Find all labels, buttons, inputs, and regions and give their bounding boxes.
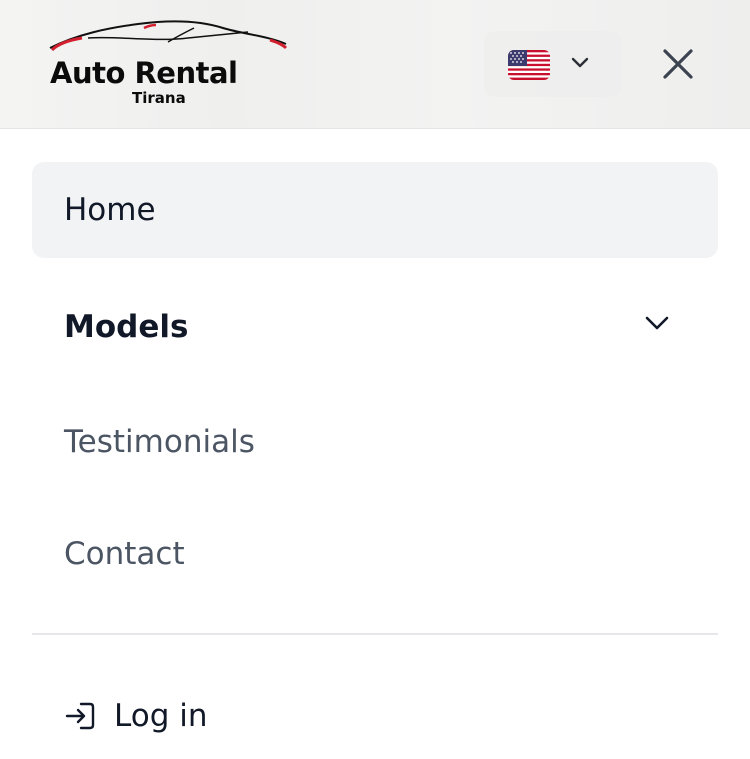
logo-title: Auto Rental [50,56,238,90]
menu-item-models[interactable]: Models [32,279,718,375]
us-flag-icon [508,50,550,80]
login-icon [65,702,95,730]
menu-item-label: Contact [64,536,185,572]
language-selector[interactable] [484,31,622,97]
close-button[interactable] [658,44,698,84]
car-silhouette-icon [49,20,288,52]
divider [32,633,718,635]
login-label: Log in [114,698,208,734]
menu-item-home[interactable]: Home [32,162,718,258]
menu-item-contact[interactable]: Contact [32,506,718,602]
header: Auto Rental Tirana [0,0,750,129]
menu-item-testimonials[interactable]: Testimonials [32,394,718,490]
logo-subtitle: Tirana [132,89,186,107]
menu-item-label: Testimonials [64,424,255,460]
logo[interactable]: Auto Rental Tirana [48,18,290,110]
chevron-down-icon[interactable] [644,315,670,331]
chevron-down-icon [571,57,589,68]
login-link[interactable]: Log in [64,690,207,742]
menu-item-label: Models [64,309,189,345]
menu-item-label: Home [64,192,156,228]
close-icon [663,49,693,79]
